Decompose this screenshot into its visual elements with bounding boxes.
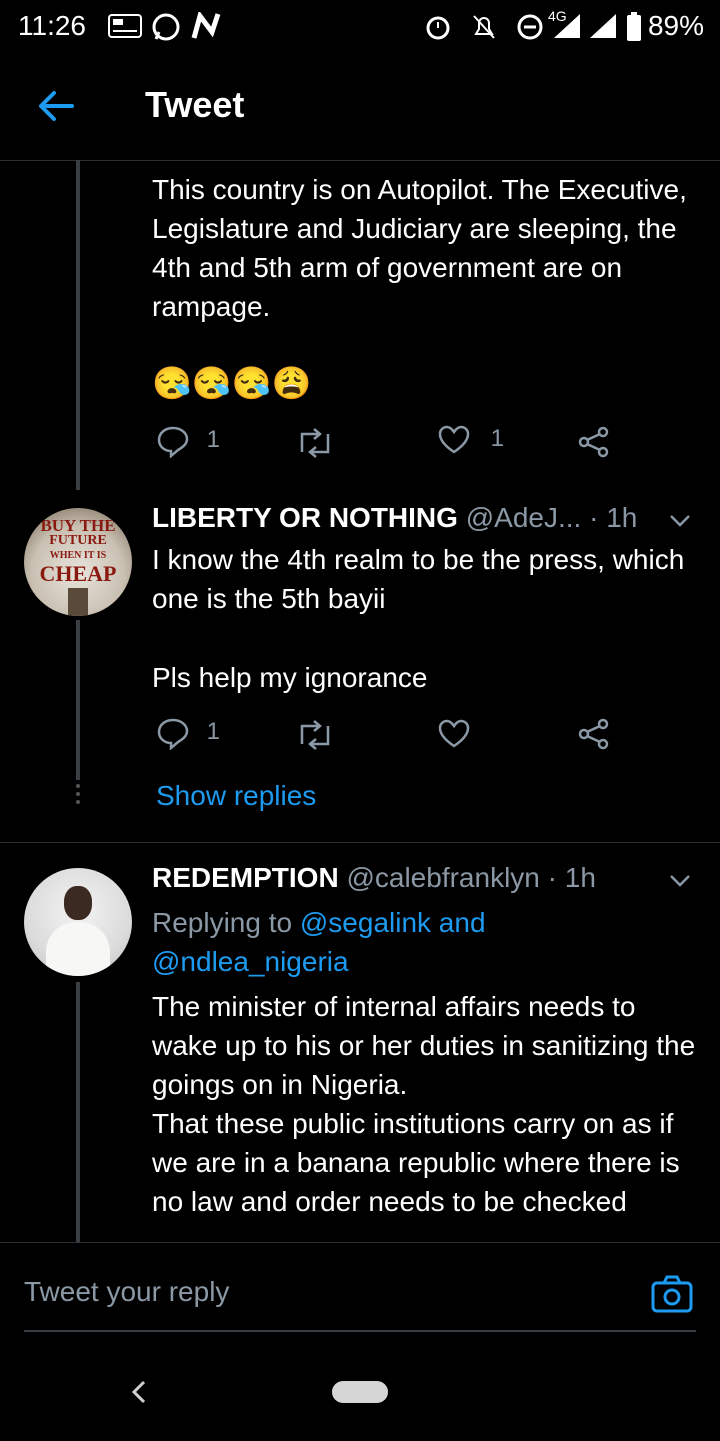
signal-2-icon	[590, 14, 616, 38]
handle[interactable]: @AdeJ...	[466, 502, 582, 533]
n-app-icon	[191, 12, 221, 39]
like-icon[interactable]	[438, 718, 470, 750]
like-button[interactable]: 1	[438, 424, 504, 456]
reply-button[interactable]: 1	[156, 716, 220, 750]
avatar-head	[64, 886, 92, 920]
chevron-down-icon[interactable]	[668, 508, 692, 532]
thread-line	[76, 160, 80, 490]
thread-line	[76, 982, 80, 1242]
replying-to: Replying to @segalink and	[152, 903, 486, 942]
show-replies-link[interactable]: Show replies	[156, 780, 316, 812]
mention-link[interactable]: @segalink and	[300, 907, 486, 938]
like-count: 1	[490, 425, 505, 453]
tweet-header: LIBERTY OR NOTHING @AdeJ... · 1h	[152, 502, 637, 534]
radio-app-icon	[108, 14, 142, 38]
battery-percent: 89%	[647, 10, 704, 41]
replying-prefix: Replying to	[152, 907, 293, 938]
avatar-text: BUY THE	[40, 516, 116, 535]
avatar-text: FUTURE	[49, 533, 107, 548]
thread-line	[76, 620, 80, 780]
status-bar: 11:26 4G 89%	[0, 0, 720, 52]
back-arrow-icon[interactable]	[36, 86, 76, 126]
dnd-icon	[517, 14, 543, 40]
camera-icon[interactable]	[650, 1273, 694, 1317]
timestamp: 1h	[606, 502, 638, 533]
tweet-header: REDEMPTION @calebfranklyn · 1h	[152, 862, 596, 894]
avatar[interactable]: BUY THE FUTURE WHEN IT IS CHEAP	[24, 508, 132, 616]
reply-input-underline	[24, 1330, 696, 1332]
tweet-emojis: 😪😪😪😩	[152, 365, 312, 401]
reply-input[interactable]: Tweet your reply	[24, 1276, 229, 1308]
tweet-text: The minister of internal affairs needs t…	[152, 991, 696, 1217]
separator-dot: ·	[589, 502, 607, 533]
chevron-down-icon[interactable]	[668, 868, 692, 892]
avatar[interactable]	[24, 868, 132, 976]
share-icon[interactable]	[578, 426, 610, 458]
retweet-icon[interactable]	[296, 720, 334, 750]
tweet-text: Pls help my ignorance	[152, 662, 428, 693]
tweet-text: I know the 4th realm to be the press, wh…	[152, 544, 685, 614]
share-icon[interactable]	[578, 718, 610, 750]
thread-dots	[74, 784, 82, 808]
reply-count: 1	[206, 426, 221, 454]
retweet-icon[interactable]	[296, 428, 334, 458]
tweet-text: This country is on Autopilot. The Execut…	[152, 174, 687, 322]
reply-button[interactable]: 1	[156, 424, 220, 458]
battery-icon	[627, 12, 641, 41]
reply-bar	[0, 1242, 720, 1441]
avatar-pier	[68, 588, 88, 616]
alarm-icon	[426, 16, 450, 40]
reply-icon	[157, 718, 189, 750]
whatsapp-icon	[152, 13, 180, 41]
avatar-text: CHEAP	[39, 561, 117, 586]
divider	[0, 842, 720, 843]
timestamp: 1h	[564, 862, 596, 893]
status-time: 11:26	[18, 10, 86, 41]
nav-back-icon[interactable]	[128, 1378, 152, 1406]
nav-home-pill[interactable]	[332, 1381, 388, 1403]
mute-icon	[473, 15, 495, 39]
like-icon	[438, 425, 470, 454]
display-name[interactable]: REDEMPTION	[152, 862, 339, 893]
display-name[interactable]: LIBERTY OR NOTHING	[152, 502, 458, 533]
avatar-shirt	[46, 922, 110, 976]
signal-icon	[554, 14, 580, 38]
reply-icon	[157, 426, 189, 458]
separator-dot: ·	[547, 862, 565, 893]
reply-count: 1	[206, 718, 221, 746]
mention-link[interactable]: @ndlea_nigeria	[152, 942, 349, 981]
handle[interactable]: @calebfranklyn	[346, 862, 539, 893]
header: Tweet	[0, 52, 720, 161]
page-title: Tweet	[145, 84, 245, 125]
